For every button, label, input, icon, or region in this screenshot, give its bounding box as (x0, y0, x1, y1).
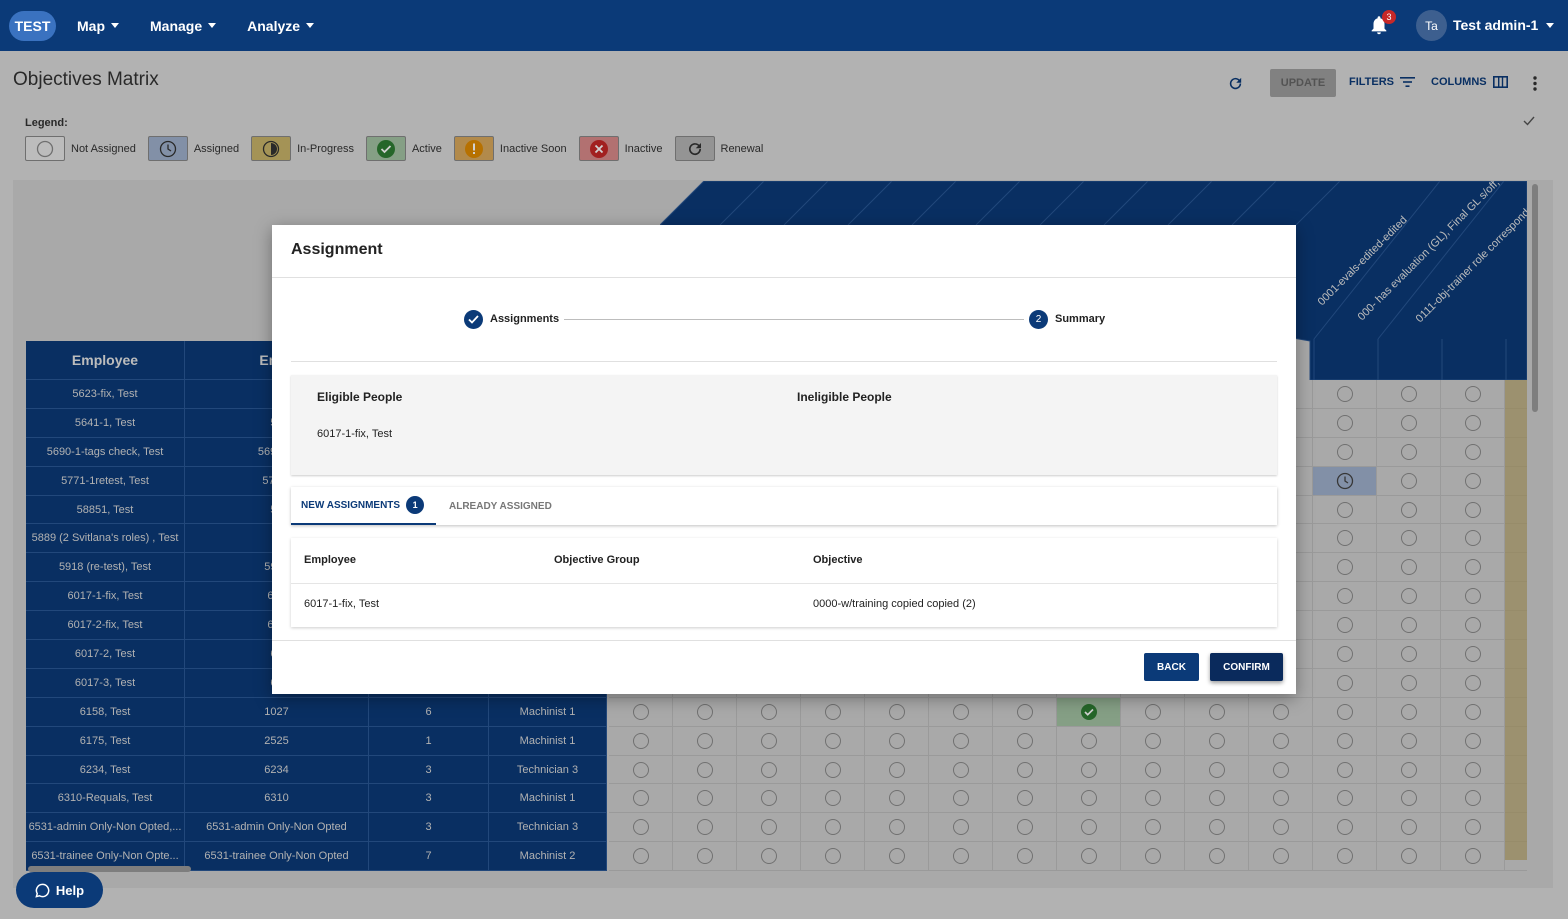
nav-analyze[interactable]: Analyze (247, 17, 315, 34)
chevron-down-icon (306, 23, 315, 28)
divider (291, 583, 1277, 584)
column-objective: Objective (813, 554, 863, 566)
brand-logo[interactable]: TEST (9, 10, 56, 41)
divider (272, 640, 1296, 641)
chevron-down-icon (1546, 22, 1555, 28)
user-menu[interactable]: Test admin-1 (1453, 17, 1555, 33)
confirm-button[interactable]: CONFIRM (1210, 653, 1283, 681)
cell-objective: 0000-w/training copied copied (2) (813, 598, 976, 610)
assignment-tabs: NEW ASSIGNMENTS 1 ALREADY ASSIGNED (291, 487, 1277, 525)
divider (272, 277, 1296, 278)
nav-analyze-label: Analyze (247, 17, 301, 34)
tab-already-label: ALREADY ASSIGNED (449, 500, 552, 512)
top-navbar: TEST Map Manage Analyze (0, 0, 1568, 51)
help-button[interactable]: Help (16, 872, 103, 908)
nav-manage-label: Manage (150, 17, 203, 34)
step-assignments: Assignments (490, 313, 560, 325)
tab-new-label: NEW ASSIGNMENTS (301, 499, 401, 511)
people-card: Eligible People Ineligible People 6017-1… (291, 375, 1277, 475)
tab-new-assignments[interactable]: NEW ASSIGNMENTS 1 (291, 487, 436, 525)
help-label: Help (55, 882, 85, 898)
check-icon (464, 310, 483, 329)
nav-manage[interactable]: Manage (150, 17, 217, 34)
column-employee: Employee (304, 554, 356, 566)
eligible-title: Eligible People (317, 390, 403, 404)
user-name: Test admin-1 (1453, 17, 1539, 33)
chevron-down-icon (208, 23, 217, 28)
ineligible-title: Ineligible People (797, 390, 892, 404)
chevron-down-icon (111, 23, 119, 28)
column-objective-group: Objective Group (554, 554, 640, 566)
notification-badge: 3 (1382, 10, 1396, 24)
assignment-table: Employee Objective Group Objective 6017-… (291, 538, 1277, 627)
nav-map[interactable]: Map (77, 18, 119, 34)
cell-employee: 6017-1-fix, Test (304, 598, 380, 610)
step-connector (564, 319, 1024, 320)
modal-title: Assignment (291, 241, 383, 258)
divider (291, 361, 1277, 362)
step-number: 2 (1029, 310, 1048, 329)
eligible-person: 6017-1-fix, Test (317, 428, 393, 440)
back-button[interactable]: BACK (1144, 653, 1199, 681)
step-summary: Summary (1055, 313, 1106, 325)
avatar[interactable]: Ta (1416, 10, 1447, 41)
chat-bubble-icon (35, 883, 50, 898)
stepper: Assignments 2 Summary (464, 310, 1114, 330)
tab-already-assigned[interactable]: ALREADY ASSIGNED (449, 487, 552, 525)
assignment-modal: Assignment Assignments 2 Summary Eligibl… (272, 225, 1296, 694)
nav-map-label: Map (77, 17, 105, 34)
tab-count-badge: 1 (406, 496, 425, 514)
